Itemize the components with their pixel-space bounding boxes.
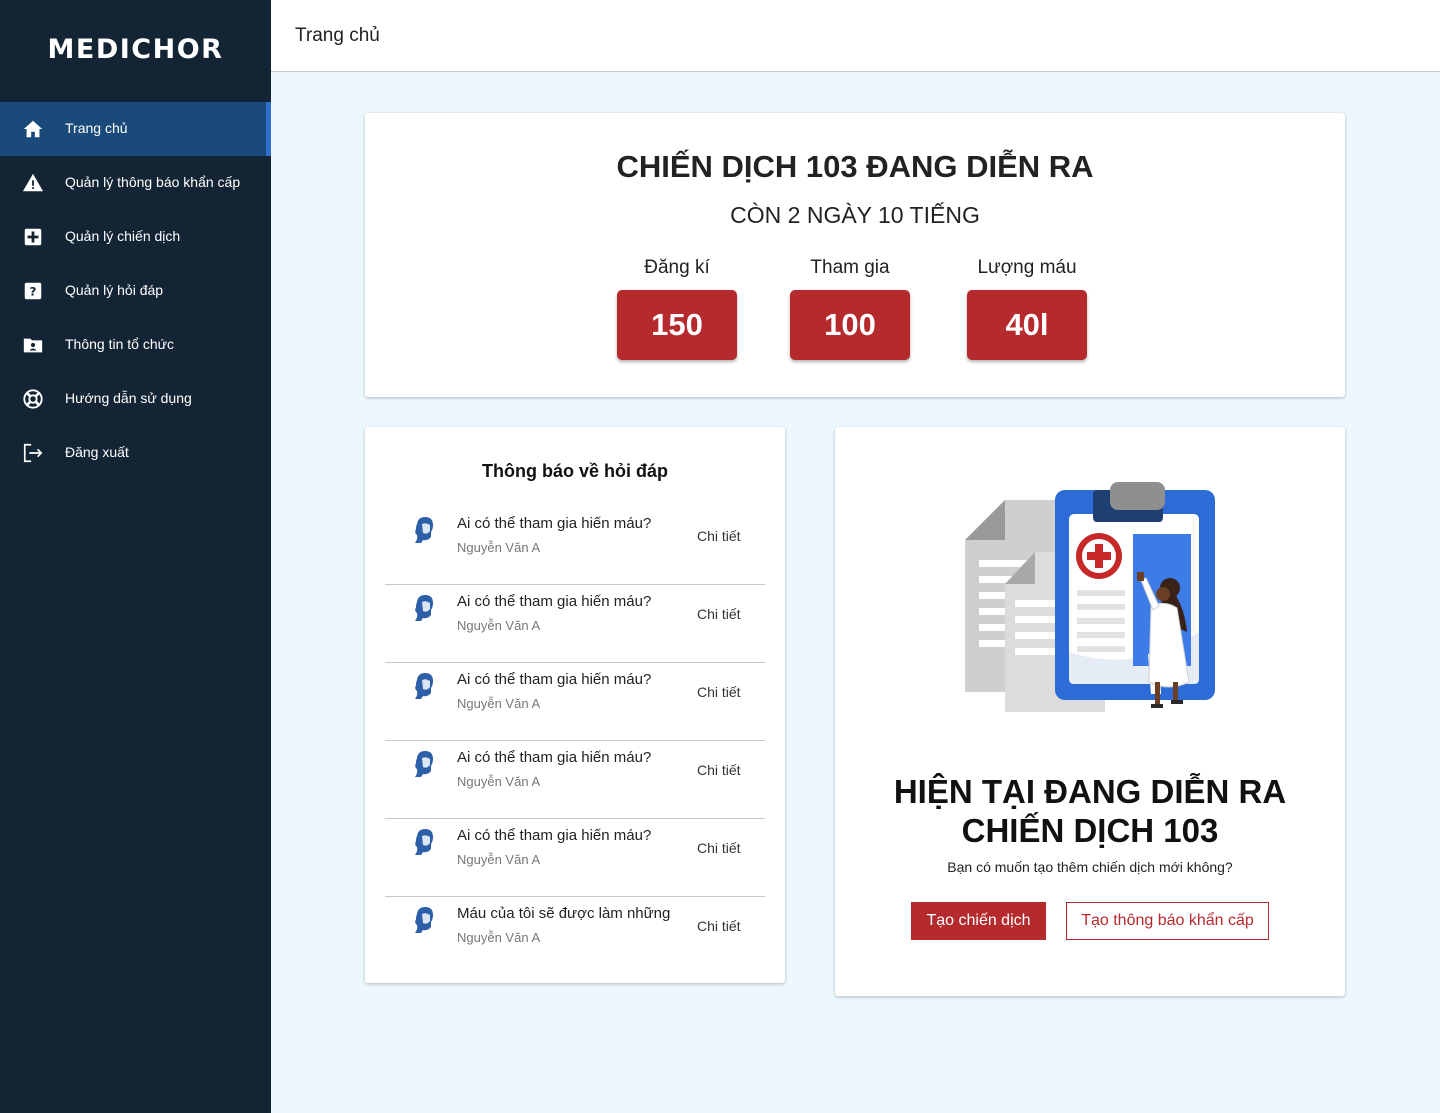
qa-detail-link[interactable]: Chi tiết <box>697 528 741 544</box>
list-item: Ai có thể tham gia hiến máu? Nguyễn Văn … <box>385 585 765 663</box>
avatar <box>415 751 433 777</box>
question-icon: ? <box>24 282 42 300</box>
qa-list: Ai có thể tham gia hiến máu? Nguyễn Văn … <box>385 507 765 975</box>
sidebar-item-organization[interactable]: Thông tin tổ chức <box>0 318 271 372</box>
sidebar-item-label: Quản lý chiến dịch <box>65 228 181 244</box>
stat-registered: Đăng kí 150 <box>617 254 737 360</box>
qa-author: Nguyễn Văn A <box>457 540 541 555</box>
new-campaign-prompt: Bạn có muốn tạo thêm chiến dịch mới khôn… <box>947 859 1233 875</box>
avatar <box>415 595 433 621</box>
stat-label: Đăng kí <box>644 257 710 278</box>
stat-label: Lượng máu <box>977 257 1077 278</box>
list-item: Ai có thể tham gia hiến máu? Nguyễn Văn … <box>385 819 765 897</box>
qa-detail-link[interactable]: Chi tiết <box>697 606 741 622</box>
sidebar-item-label: Quản lý thông báo khẩn cấp <box>65 174 241 190</box>
stat-value: 150 <box>617 290 737 360</box>
home-icon <box>23 120 43 138</box>
create-campaign-button[interactable]: Tạo chiến dịch <box>911 902 1046 940</box>
medical-plus-icon <box>24 228 42 246</box>
list-item: Ai có thể tham gia hiến máu? Nguyễn Văn … <box>385 507 765 585</box>
sidebar: MEDICHOR Trang chủ Quản lý thông báo khẩ… <box>0 0 271 1113</box>
page-title: Trang chủ <box>295 25 380 46</box>
list-item: Ai có thể tham gia hiến máu? Nguyễn Văn … <box>385 741 765 819</box>
campaign-title: CHIẾN DỊCH 103 ĐANG DIỄN RA <box>616 149 1094 184</box>
stat-value: 100 <box>790 290 910 360</box>
qa-author: Nguyễn Văn A <box>457 852 541 867</box>
qa-notifications-card: Thông báo về hỏi đáp Ai có thể tham gia … <box>365 427 785 983</box>
qa-question: Máu của tôi sẽ được làm những <box>457 905 671 922</box>
stat-blood-volume: Lượng máu 40l <box>967 254 1087 360</box>
sidebar-item-home[interactable]: Trang chủ <box>0 102 271 156</box>
qa-author: Nguyễn Văn A <box>457 696 541 711</box>
top-header: Trang chủ <box>271 0 1440 72</box>
qa-author: Nguyễn Văn A <box>457 618 541 633</box>
sidebar-item-label: Đăng xuất <box>65 444 129 460</box>
avatar <box>415 673 433 699</box>
stat-label: Tham gia <box>810 257 890 278</box>
sidebar-item-guide[interactable]: Hướng dẫn sử dụng <box>0 372 271 426</box>
qa-question: Ai có thể tham gia hiến máu? <box>457 515 652 532</box>
qa-question: Ai có thể tham gia hiến máu? <box>457 671 652 688</box>
sidebar-item-label: Thông tin tổ chức <box>65 336 174 352</box>
sidebar-item-emergency[interactable]: Quản lý thông báo khẩn cấp <box>0 156 271 210</box>
heading-line-1: HIỆN TẠI ĐANG DIỄN RA <box>893 773 1287 810</box>
avatar <box>415 517 433 543</box>
qa-question: Ai có thể tham gia hiến máu? <box>457 827 652 844</box>
current-campaign-heading: HIỆN TẠI ĐANG DIỄN RA CHIẾN DỊCH 103 <box>835 772 1345 850</box>
warning-icon <box>22 173 44 192</box>
current-campaign-card: HIỆN TẠI ĐANG DIỄN RA CHIẾN DỊCH 103 Bạn… <box>835 427 1345 996</box>
qa-question: Ai có thể tham gia hiến máu? <box>457 749 652 766</box>
sidebar-nav: Trang chủ Quản lý thông báo khẩn cấp Quả… <box>0 102 271 480</box>
list-item: Máu của tôi sẽ được làm những Nguyễn Văn… <box>385 897 765 975</box>
sidebar-item-logout[interactable]: Đăng xuất <box>0 426 271 480</box>
sidebar-item-campaigns[interactable]: Quản lý chiến dịch <box>0 210 271 264</box>
avatar <box>415 829 433 855</box>
list-item: Ai có thể tham gia hiến máu? Nguyễn Văn … <box>385 663 765 741</box>
qa-question: Ai có thể tham gia hiến máu? <box>457 593 652 610</box>
folder-user-icon <box>23 338 43 353</box>
qa-detail-link[interactable]: Chi tiết <box>697 840 741 856</box>
lifebuoy-icon <box>23 389 43 409</box>
stat-value: 40l <box>967 290 1087 360</box>
campaign-status-card: CHIẾN DỊCH 103 ĐANG DIỄN RA CÒN 2 NGÀY 1… <box>365 113 1345 397</box>
campaign-remaining-time: CÒN 2 NGÀY 10 TIẾNG <box>730 202 980 228</box>
sidebar-item-label: Hướng dẫn sử dụng <box>65 390 192 406</box>
avatar <box>415 907 433 933</box>
stat-participated: Tham gia 100 <box>790 254 910 360</box>
app-logo: MEDICHOR <box>47 34 224 65</box>
qa-author: Nguyễn Văn A <box>457 930 541 945</box>
heading-line-2: CHIẾN DỊCH 103 <box>961 812 1219 849</box>
qa-card-title: Thông báo về hỏi đáp <box>482 461 668 481</box>
qa-author: Nguyễn Văn A <box>457 774 541 789</box>
qa-detail-link[interactable]: Chi tiết <box>697 762 741 778</box>
create-emergency-notice-button[interactable]: Tạo thông báo khẩn cấp <box>1066 902 1269 940</box>
sidebar-item-qa[interactable]: ? Quản lý hỏi đáp <box>0 264 271 318</box>
svg-text:?: ? <box>30 285 37 299</box>
sidebar-item-label: Trang chủ <box>65 120 128 136</box>
qa-detail-link[interactable]: Chi tiết <box>697 918 741 934</box>
sidebar-item-label: Quản lý hỏi đáp <box>65 282 164 298</box>
logout-icon <box>23 443 43 463</box>
clipboard-doctor-illustration <box>965 482 1215 712</box>
qa-detail-link[interactable]: Chi tiết <box>697 684 741 700</box>
